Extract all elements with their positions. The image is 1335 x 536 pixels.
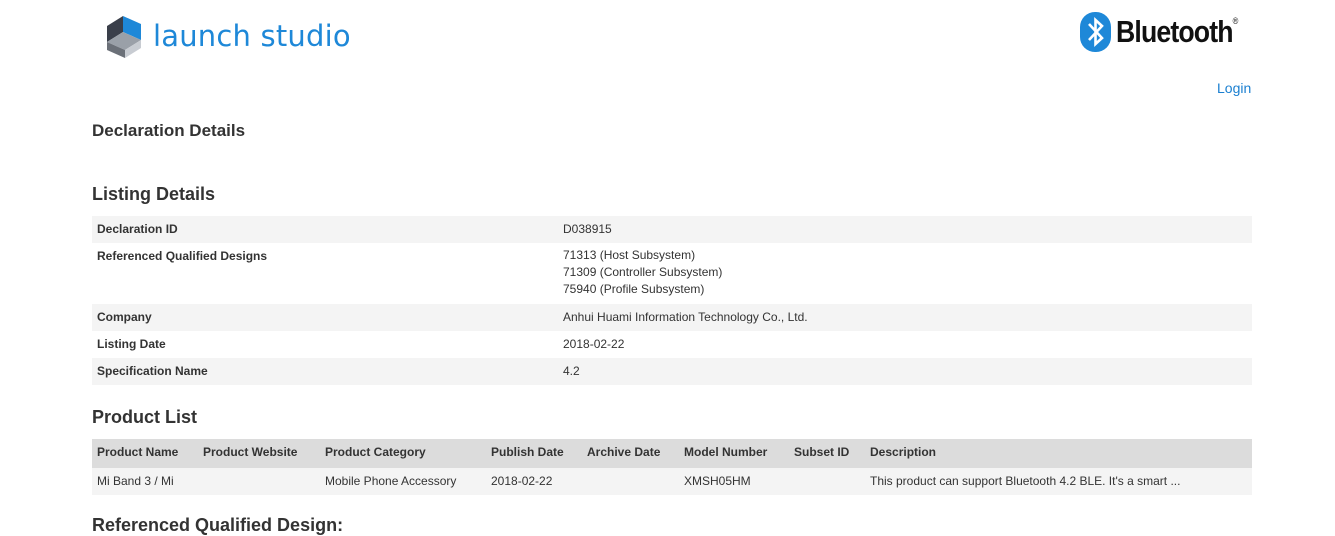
logo-text: launch studio	[153, 19, 351, 53]
bluetooth-rune-icon	[1080, 12, 1111, 52]
column-header-archive-date[interactable]: Archive Date	[587, 439, 660, 466]
listing-value: Anhui Huami Information Technology Co., …	[563, 310, 808, 324]
column-header-product-category[interactable]: Product Category	[325, 439, 426, 466]
product-table: Product Name Product Website Product Cat…	[92, 439, 1252, 495]
registered-mark: ®	[1232, 16, 1239, 26]
listing-row-listing-date: Listing Date 2018-02-22	[92, 331, 1252, 358]
table-row[interactable]: Mi Band 3 / Mi Mobile Phone Accessory 20…	[92, 468, 1252, 495]
bluetooth-logo: Bluetooth®	[1080, 12, 1257, 52]
listing-key: Declaration ID	[97, 222, 178, 236]
cell-product-name: Mi Band 3 / Mi	[97, 474, 174, 488]
column-header-description[interactable]: Description	[870, 439, 936, 466]
listing-row-specification-name: Specification Name 4.2	[92, 358, 1252, 385]
listing-row-referenced-designs: Referenced Qualified Designs 71313 (Host…	[92, 243, 1252, 304]
launch-studio-cube-icon	[107, 16, 141, 58]
referenced-design-controller: 71309 (Controller Subsystem)	[563, 265, 723, 279]
column-header-product-website[interactable]: Product Website	[203, 439, 297, 466]
listing-key: Listing Date	[97, 337, 166, 351]
listing-value: 71313 (Host Subsystem) 71309 (Controller…	[563, 247, 722, 298]
cell-model-number: XMSH05HM	[684, 474, 751, 488]
listing-value: 2018-02-22	[563, 337, 625, 351]
cell-publish-date: 2018-02-22	[491, 474, 553, 488]
cell-description: This product can support Bluetooth 4.2 B…	[870, 474, 1181, 488]
launch-studio-logo[interactable]: launch studio	[101, 12, 351, 60]
column-header-model-number[interactable]: Model Number	[684, 439, 767, 466]
listing-value: D038915	[563, 222, 612, 236]
referenced-design-heading: Referenced Qualified Design:	[92, 515, 344, 535]
page-title: Declaration Details	[92, 121, 246, 140]
listing-key: Specification Name	[97, 364, 208, 378]
column-header-publish-date[interactable]: Publish Date	[491, 439, 564, 466]
listing-row-company: Company Anhui Huami Information Technolo…	[92, 304, 1252, 331]
listing-key: Company	[97, 310, 152, 324]
listing-details-heading: Listing Details	[92, 184, 216, 204]
listing-key: Referenced Qualified Designs	[97, 249, 268, 263]
cell-product-category: Mobile Phone Accessory	[325, 474, 457, 488]
referenced-design-host: 71313 (Host Subsystem)	[563, 248, 696, 262]
product-list-heading: Product List	[92, 407, 198, 427]
bluetooth-wordmark: Bluetooth®	[1116, 14, 1239, 49]
referenced-design-profile: 75940 (Profile Subsystem)	[563, 282, 705, 296]
listing-row-declaration-id: Declaration ID D038915	[92, 216, 1252, 243]
product-table-header: Product Name Product Website Product Cat…	[92, 439, 1252, 468]
column-header-subset-id[interactable]: Subset ID	[794, 439, 849, 466]
column-header-product-name[interactable]: Product Name	[97, 439, 178, 466]
listing-value: 4.2	[563, 364, 580, 378]
login-link[interactable]: Login	[1217, 80, 1251, 96]
